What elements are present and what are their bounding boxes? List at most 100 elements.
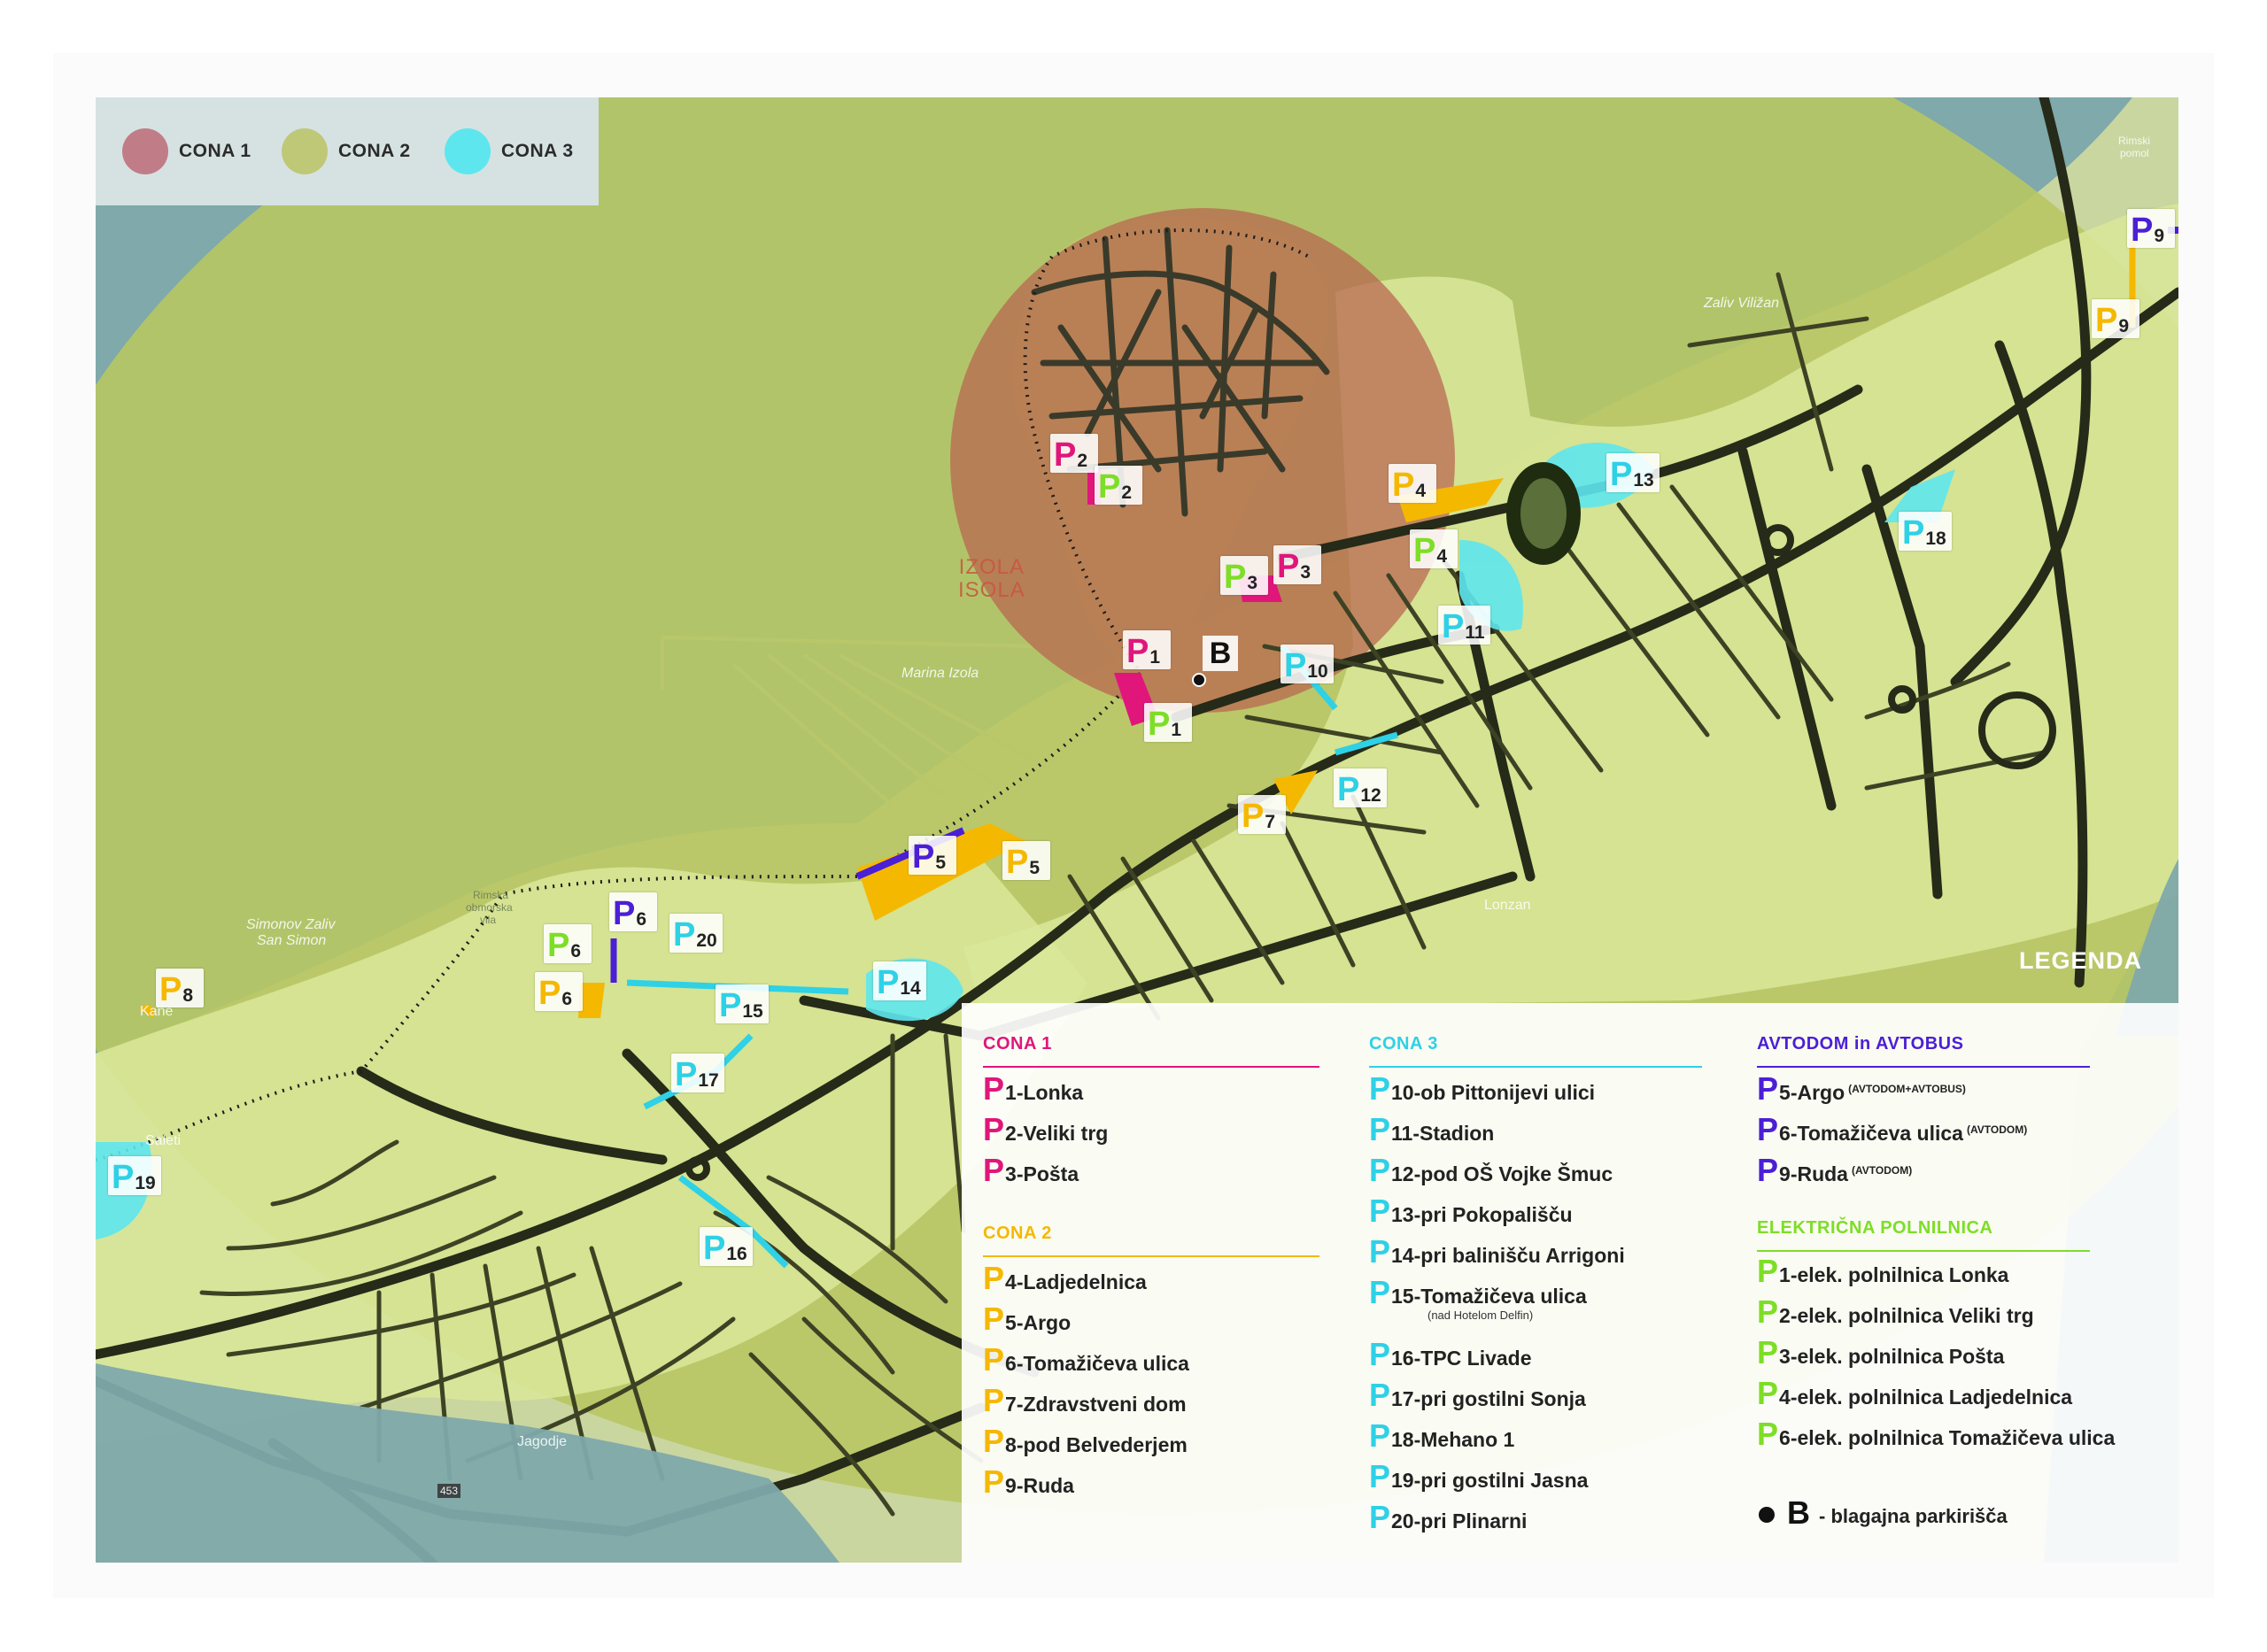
place-rimska-vila-3: vila (480, 914, 497, 926)
legend-item-number: 12 (1391, 1162, 1414, 1185)
pin-number: 5 (1029, 858, 1041, 878)
parking-pin-cona3-16[interactable]: P 16 (700, 1227, 753, 1266)
place-jagodje: Jagodje (517, 1434, 568, 1449)
parking-p-glyph: P (1006, 844, 1029, 881)
zone-legend-item-1: CONA 1 (122, 127, 251, 175)
parking-pin-avto-9[interactable]: P9 (2127, 209, 2175, 248)
parking-p-glyph: P (1413, 532, 1436, 569)
legend-item-name: -Veliki trg (1016, 1122, 1109, 1145)
legend-elec-item: P 3 -elek. polnilnica Pošta (1757, 1337, 2004, 1369)
parking-pin-avto-6[interactable]: P6 (609, 892, 657, 931)
parking-pin-cona2-9[interactable]: P9 (2092, 299, 2139, 338)
legend-item-name: -elek. polnilnica Ladjedelnica (1790, 1386, 2073, 1409)
legend-cona3-item: P 19 -pri gostilni Jasna (1369, 1461, 1588, 1493)
parking-pin-cona2-7[interactable]: P7 (1238, 795, 1286, 834)
parking-pin-cona2-8[interactable]: P8 (156, 969, 204, 1007)
pin-number: 2 (1077, 451, 1088, 471)
legend-cona2-item: P 9 -Ruda (983, 1466, 1074, 1498)
parking-pin-cona3-10[interactable]: P 10 (1281, 645, 1334, 683)
parking-p-glyph: P (1224, 559, 1247, 596)
legend-item-number: 6 (1779, 1122, 1791, 1145)
parking-pin-elec-6[interactable]: P6 (544, 924, 592, 963)
parking-p-glyph: P (112, 1159, 135, 1196)
pin-number: 3 (1247, 573, 1258, 593)
parking-p-glyph: P (877, 964, 900, 1001)
legend-cona3-item: P 11 -Stadion (1369, 1114, 1494, 1146)
legend-item-name: -elek. polnilnica Pošta (1790, 1345, 2005, 1368)
legend-cash-letter: B (1787, 1494, 1810, 1531)
legend-cona1-item: P 2 -Veliki trg (983, 1114, 1108, 1146)
legend-item-number: 1 (1005, 1081, 1017, 1104)
legend-item-name: -Tomažičeva ulica (1790, 1122, 1963, 1145)
stadium (1506, 462, 1581, 565)
parking-pin-cona2-5[interactable]: P5 (1002, 841, 1050, 880)
legend-item-number: 2 (1005, 1122, 1017, 1145)
parking-p-glyph: P (1369, 1458, 1391, 1494)
legend-elec-item: P 4 -elek. polnilnica Ladjedelnica (1757, 1378, 2072, 1409)
legend-cona3-note: (nad Hotelom Delfin) (1428, 1308, 1534, 1322)
parking-pin-elec-2[interactable]: P2 (1095, 466, 1142, 505)
legend-item-name: -Tomažičeva ulica (1413, 1285, 1587, 1308)
legend-item-number: 9 (1779, 1162, 1791, 1185)
pin-number: 3 (1300, 562, 1311, 583)
parking-pin-elec-4[interactable]: P4 (1410, 529, 1458, 568)
parking-pin-cona3-11[interactable]: P 11 (1438, 606, 1490, 645)
parking-pin-cona3-13[interactable]: P 13 (1606, 453, 1660, 492)
parking-pin-cona2-4[interactable]: P4 (1389, 464, 1436, 503)
parking-p-glyph: P (983, 1111, 1005, 1147)
parking-p-glyph: P (1369, 1417, 1391, 1454)
parking-pin-elec-3[interactable]: P3 (1220, 556, 1268, 595)
legend-item-name: -Argo (1016, 1311, 1072, 1334)
legend-title: LEGENDA (2019, 947, 2143, 974)
legend-item-number: 8 (1005, 1433, 1017, 1456)
parking-pin-cona3-12[interactable]: P 12 (1334, 768, 1387, 807)
legend-item-note: (AVTODOM) (1851, 1164, 1913, 1177)
legend-cona3-item: P 17 -pri gostilni Sonja (1369, 1379, 1586, 1411)
parking-pin-cona3-18[interactable]: P 18 (1899, 512, 1952, 551)
zone-legend-item-2: CONA 2 (282, 127, 411, 175)
pin-number: 11 (1465, 622, 1485, 643)
parking-pin-cona1-2[interactable]: P2 (1050, 434, 1098, 473)
parking-pin-cona1-3[interactable]: P3 (1273, 545, 1321, 584)
parking-p-glyph: P (2095, 302, 2118, 339)
parking-p-glyph: P (912, 838, 935, 876)
parking-pin-cona3-19[interactable]: P 19 (108, 1156, 161, 1195)
legend-avtodom-item: P 5 -Argo (AVTODOM+AVTOBUS) (1757, 1073, 1966, 1105)
parking-p-glyph: P (1054, 436, 1077, 474)
legend-cona1-item: P 3 -Pošta (983, 1154, 1079, 1186)
legend-item-name: -Lonka (1016, 1081, 1084, 1104)
parking-p-glyph: P (983, 1152, 1005, 1188)
place-simonov-zaliv: Simonov Zaliv (246, 917, 336, 932)
parking-pin-cona3-20[interactable]: P 20 (669, 914, 723, 953)
parking-p-glyph: P (1369, 1233, 1391, 1270)
pin-number: 17 (698, 1070, 719, 1091)
cash-desk-marker[interactable]: B (1203, 636, 1238, 671)
legend-elec-item: P 1 -elek. polnilnica Lonka (1757, 1255, 2008, 1287)
legend-item-name: -pri Plinarni (1413, 1509, 1528, 1532)
parking-p-glyph: P (1757, 1111, 1779, 1147)
legend-item-name: -pri gostilni Jasna (1413, 1469, 1589, 1492)
legend-item-name: -Ruda (1790, 1162, 1848, 1185)
legend-avtodom-title: AVTODOM in AVTOBUS (1757, 1034, 1964, 1054)
parking-pin-avto-5[interactable]: P5 (909, 836, 956, 875)
legend-cona2-item: P 7 -Zdravstveni dom (983, 1385, 1187, 1417)
parking-pin-cona2-6[interactable]: P6 (535, 972, 583, 1011)
pin-number: 5 (935, 853, 947, 873)
legend-avtodom-rule (1757, 1066, 2090, 1068)
parking-pin-elec-1[interactable]: P1 (1144, 703, 1192, 742)
legend-cash-text: - blagajna parkirišča (1819, 1505, 2008, 1527)
pin-number: 12 (1360, 785, 1381, 806)
legend-cona3-title: CONA 3 (1369, 1034, 1438, 1054)
parking-pin-cona3-17[interactable]: P 17 (671, 1054, 724, 1092)
parking-pin-cona3-15[interactable]: P 15 (716, 984, 769, 1023)
parking-pin-cona1-1[interactable]: P1 (1123, 630, 1171, 669)
legend-elec-rule (1757, 1250, 2090, 1252)
zone-3-swatch (445, 128, 491, 174)
legend-cash-dot (1759, 1507, 1775, 1523)
parking-p-glyph: P (1442, 608, 1465, 645)
parking-p-glyph: P (719, 987, 742, 1024)
place-saleti: Saleti (145, 1133, 182, 1148)
zone-legend-item-3: CONA 3 (445, 127, 574, 175)
city-name: IZOLA ISOLA (958, 556, 1025, 602)
parking-pin-cona3-14[interactable]: P 14 (873, 961, 926, 1000)
